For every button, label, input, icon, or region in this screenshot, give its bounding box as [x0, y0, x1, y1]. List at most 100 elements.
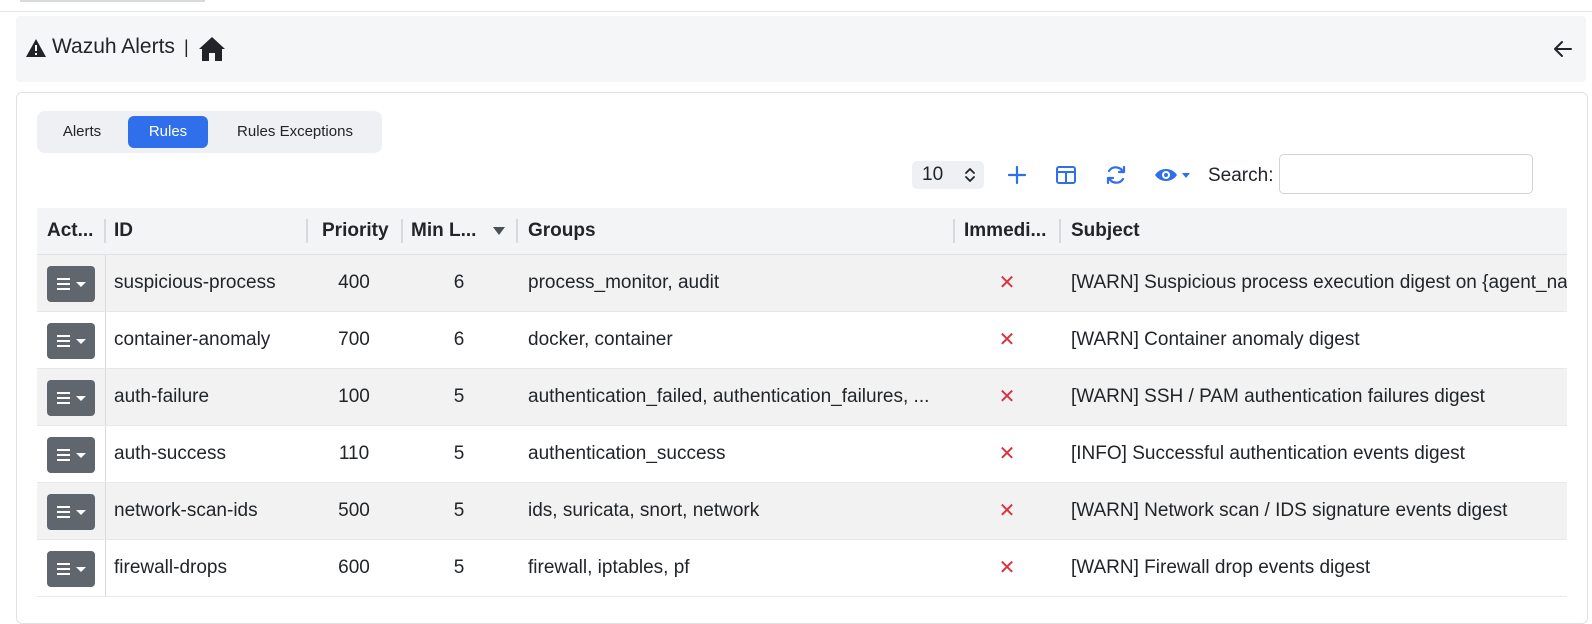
rule-priority: 110	[338, 443, 370, 464]
column-divider	[953, 219, 955, 243]
title-separator: |	[184, 37, 189, 57]
immediate-false-icon: ✕	[998, 443, 1016, 465]
row-actions-cell	[37, 255, 106, 311]
immediate-false-icon: ✕	[998, 272, 1016, 294]
rule-min-level: 5	[453, 386, 465, 407]
top-tab-strip	[0, 0, 1592, 12]
column-header-id[interactable]: ID	[114, 208, 304, 254]
list-icon	[57, 278, 70, 290]
rule-subject: [INFO] Successful authentication events …	[1071, 443, 1465, 464]
eye-icon[interactable]	[1153, 163, 1193, 187]
rules-card: Alerts Rules Rules Exceptions 10 Search:…	[16, 92, 1588, 624]
row-actions-button[interactable]	[47, 437, 95, 473]
row-actions-cell	[37, 540, 106, 596]
rule-min-level: 5	[453, 557, 465, 578]
top-tab-stub	[20, 0, 205, 2]
rule-groups: authentication_failed, authentication_fa…	[528, 386, 930, 407]
rules-table: Act... ID Priority Min L... Groups Immed…	[37, 208, 1567, 597]
table-row: firewall-drops 600 5 firewall, iptables, pf…	[37, 540, 1567, 597]
tab-alerts[interactable]: Alerts	[45, 116, 119, 148]
rule-min-level: 5	[453, 443, 465, 464]
page-length-select[interactable]: 10	[912, 161, 984, 189]
arrow-left-icon[interactable]	[1552, 38, 1574, 60]
row-actions-cell	[37, 369, 106, 425]
column-divider	[401, 219, 403, 243]
rule-id: network-scan-ids	[114, 500, 258, 521]
rule-min-level: 6	[453, 329, 465, 350]
rule-priority: 100	[338, 386, 370, 407]
table-body: suspicious-process 400 6 process_monitor, a…	[37, 255, 1567, 597]
table-row: auth-failure 100 5 authentication_failed, a…	[37, 369, 1567, 426]
table-row: network-scan-ids 500 5 ids, suricata, snort…	[37, 483, 1567, 540]
rule-priority: 700	[338, 329, 370, 350]
rule-id: firewall-drops	[114, 557, 227, 578]
column-divider	[104, 219, 106, 243]
tab-rules[interactable]: Rules	[128, 116, 208, 148]
page-header: Wazuh Alerts |	[16, 16, 1586, 82]
column-header-subject[interactable]: Subject	[1071, 208, 1471, 254]
caret-down-icon	[76, 567, 86, 572]
rule-subject: [WARN] Container anomaly digest	[1071, 329, 1360, 350]
tab-bar: Alerts Rules Rules Exceptions	[37, 111, 382, 153]
row-actions-button[interactable]	[47, 323, 95, 359]
row-actions-cell	[37, 426, 106, 482]
rule-groups: ids, suricata, snort, network	[528, 500, 760, 521]
plus-icon[interactable]	[1005, 163, 1029, 187]
sort-descending-icon	[493, 227, 505, 235]
column-header-min-level[interactable]: Min L...	[411, 208, 485, 254]
immediate-false-icon: ✕	[998, 329, 1016, 351]
column-header-immediate[interactable]: Immedi...	[964, 208, 1062, 254]
row-actions-button[interactable]	[47, 494, 95, 530]
row-actions-button[interactable]	[47, 551, 95, 587]
refresh-icon[interactable]	[1104, 163, 1128, 187]
rule-priority: 600	[338, 557, 370, 578]
row-actions-cell	[37, 483, 106, 539]
column-divider	[1059, 219, 1061, 243]
row-actions-button[interactable]	[47, 266, 95, 302]
page-length-value: 10	[922, 164, 944, 185]
list-icon	[57, 506, 70, 518]
rule-groups: authentication_success	[528, 443, 726, 464]
home-icon[interactable]	[198, 36, 226, 62]
table-header: Act... ID Priority Min L... Groups Immed…	[37, 208, 1567, 255]
page-title: Wazuh Alerts	[52, 35, 175, 58]
list-icon	[57, 449, 70, 461]
tab-rules-exceptions[interactable]: Rules Exceptions	[217, 116, 373, 148]
row-actions-cell	[37, 312, 106, 368]
rule-groups: firewall, iptables, pf	[528, 557, 690, 578]
column-header-priority[interactable]: Priority	[322, 208, 402, 254]
rule-subject: [WARN] Suspicious process execution dige…	[1071, 272, 1567, 293]
rule-subject: [WARN] SSH / PAM authentication failures…	[1071, 386, 1485, 407]
table-row: auth-success 110 5 authentication_success ✕ […	[37, 426, 1567, 483]
caret-down-icon	[76, 510, 86, 515]
rule-priority: 500	[338, 500, 370, 521]
search-input[interactable]	[1279, 154, 1533, 194]
select-spinner-icon	[965, 168, 975, 182]
rule-groups: process_monitor, audit	[528, 272, 720, 293]
table-row: suspicious-process 400 6 process_monitor, a…	[37, 255, 1567, 312]
caret-down-icon	[76, 453, 86, 458]
rule-groups: docker, container	[528, 329, 673, 350]
rule-id: suspicious-process	[114, 272, 276, 293]
search-label: Search:	[1208, 165, 1274, 186]
rule-id: container-anomaly	[114, 329, 271, 350]
rule-min-level: 6	[453, 272, 465, 293]
row-actions-button[interactable]	[47, 380, 95, 416]
warning-triangle-icon	[26, 39, 46, 57]
caret-down-icon	[76, 339, 86, 344]
rule-id: auth-success	[114, 443, 226, 464]
caret-down-icon	[76, 282, 86, 287]
table-row: container-anomaly 700 6 docker, container ✕ […	[37, 312, 1567, 369]
columns-icon[interactable]	[1054, 163, 1078, 187]
list-icon	[57, 335, 70, 347]
rule-id: auth-failure	[114, 386, 210, 407]
immediate-false-icon: ✕	[998, 557, 1016, 579]
immediate-false-icon: ✕	[998, 386, 1016, 408]
column-header-actions[interactable]: Act...	[47, 208, 103, 254]
column-header-groups[interactable]: Groups	[528, 208, 948, 254]
list-icon	[57, 392, 70, 404]
rule-priority: 400	[338, 272, 370, 293]
list-icon	[57, 563, 70, 575]
caret-down-icon	[76, 396, 86, 401]
column-divider	[306, 219, 308, 243]
